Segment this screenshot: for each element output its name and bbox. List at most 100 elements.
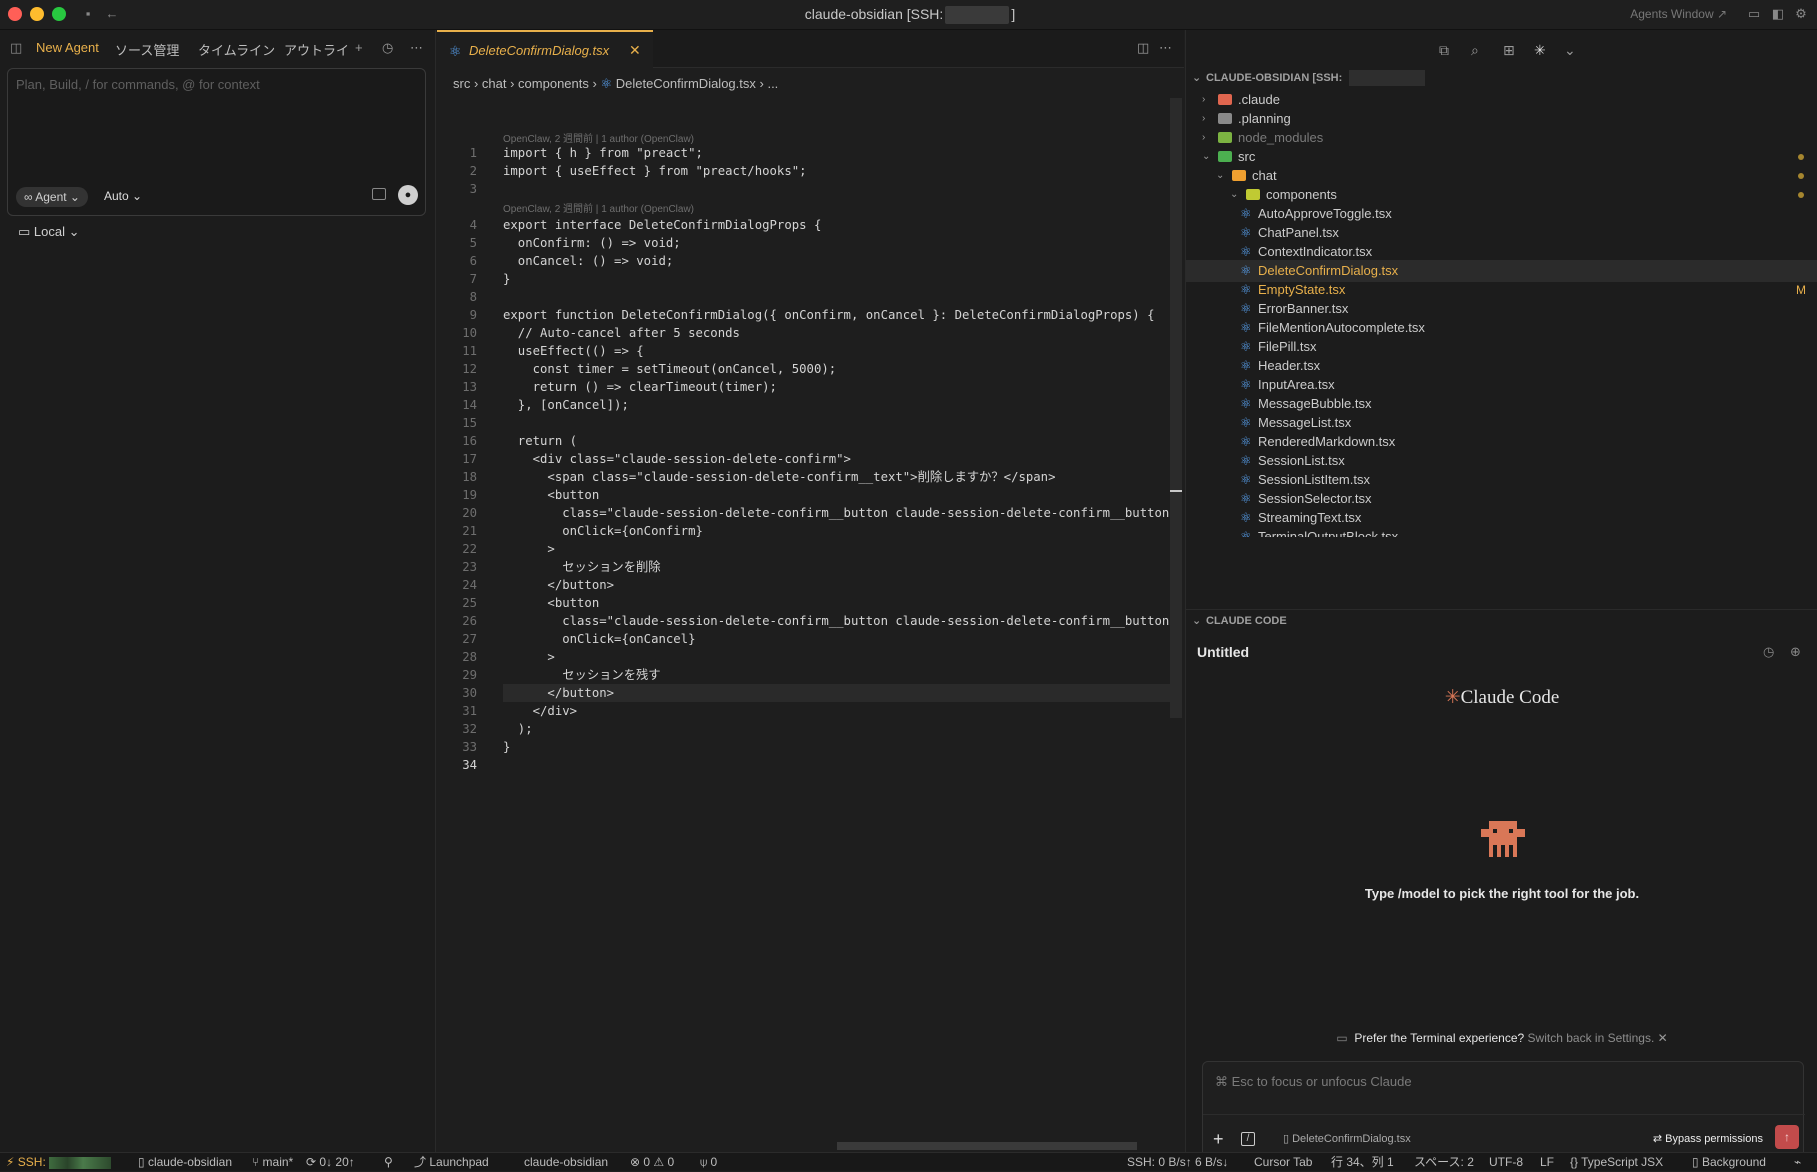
toggle-panel-icon[interactable]: ▭ [1746, 6, 1762, 22]
encoding[interactable]: UTF-8 [1489, 1153, 1523, 1172]
chevron-down-icon[interactable]: ⌄ [1564, 42, 1576, 59]
explorer-header[interactable]: ⌄ CLAUDE-OBSIDIAN [SSH: [1186, 67, 1817, 89]
horizontal-scrollbar[interactable] [837, 1142, 1137, 1150]
claude-icon[interactable]: ✳ [1534, 42, 1546, 59]
code-line[interactable]: 10 // Auto-cancel after 5 seconds [437, 324, 1184, 342]
model-select[interactable]: Auto ⌄ [104, 189, 142, 203]
code-line[interactable]: 18 <span class="claude-session-delete-co… [437, 468, 1184, 486]
extensions-icon[interactable]: ⊞ [1503, 42, 1515, 59]
code-line[interactable]: 24 </button> [437, 576, 1184, 594]
breadcrumb-chat[interactable]: chat [482, 76, 507, 91]
image-icon[interactable] [372, 188, 386, 200]
line-ending[interactable]: LF [1540, 1153, 1554, 1172]
workspace-item[interactable]: ▯ claude-obsidian [138, 1153, 232, 1172]
code-line[interactable]: 29 セッションを残す [437, 666, 1184, 684]
tab-outline[interactable]: アウトライ [284, 40, 349, 59]
new-session-icon[interactable]: ⊕ [1790, 644, 1801, 660]
minimize-window-button[interactable] [30, 7, 44, 21]
code-line[interactable]: 19 <button [437, 486, 1184, 504]
cursor-tab[interactable]: Cursor Tab [1254, 1153, 1312, 1172]
editor-more-icon[interactable]: ⋯ [1159, 40, 1172, 56]
code-line[interactable]: 6 onCancel: () => void; [437, 252, 1184, 270]
cursor-position[interactable]: 行 34、列 1 [1331, 1153, 1394, 1172]
notifications-icon[interactable]: ⌁ [1794, 1153, 1801, 1172]
breadcrumb-more[interactable]: ... [767, 76, 778, 91]
code-line[interactable]: 21 onClick={onConfirm} [437, 522, 1184, 540]
code-line[interactable]: 20 class="claude-session-delete-confirm_… [437, 504, 1199, 522]
breadcrumb-components[interactable]: components [518, 76, 589, 91]
location-select[interactable]: ▭ Local ⌄ [18, 224, 80, 240]
code-line[interactable]: 31 </div> [437, 702, 1184, 720]
attached-file[interactable]: ▯ DeleteConfirmDialog.tsx [1283, 1132, 1411, 1145]
code-line[interactable]: 1 import { h } from "preact"; [437, 144, 1184, 162]
code-line[interactable]: 22 > [437, 540, 1184, 558]
settings-gear-icon[interactable]: ⚙ [1793, 6, 1809, 22]
code-line[interactable]: 25 <button [437, 594, 1184, 612]
code-line[interactable]: 23 セッションを削除 [437, 558, 1184, 576]
branch-item[interactable]: ⑂ main* [252, 1153, 293, 1172]
more-icon[interactable]: ⋯ [410, 40, 423, 56]
code-line[interactable]: 26 class="claude-session-delete-confirm_… [437, 612, 1199, 630]
code-line[interactable]: 30 </button> [437, 684, 1184, 702]
code-line[interactable]: 4 export interface DeleteConfirmDialogPro… [437, 216, 1184, 234]
bypass-permissions-button[interactable]: ⇄ Bypass permissions [1653, 1132, 1763, 1145]
code-line[interactable]: 17 <div class="claude-session-delete-con… [437, 450, 1184, 468]
file-item[interactable]: ⚛ TerminalOutputBlock.tsx [1186, 526, 1817, 537]
problems-item[interactable]: ⊗ 0 ⚠ 0 [630, 1153, 674, 1172]
sidebar-toggle-icon[interactable]: ◫ [10, 40, 22, 56]
code-line[interactable]: 9 export function DeleteConfirmDialog({ o… [437, 306, 1184, 324]
background-item[interactable]: ▯ Background [1692, 1153, 1766, 1172]
code-line[interactable]: 13 return () => clearTimeout(timer); [437, 378, 1184, 396]
code-line[interactable]: 7} [437, 270, 1184, 288]
split-editor-icon[interactable]: ◫ [1137, 40, 1149, 56]
agent-mode-chip[interactable]: ∞ Agent ⌄ [16, 187, 88, 207]
vertical-scrollbar[interactable] [1170, 98, 1182, 718]
code-area[interactable]: OpenClaw, 2 週間前 | 1 author (OpenClaw) Op… [437, 98, 1199, 1098]
claude-code-header[interactable]: ⌄ CLAUDE CODE [1186, 609, 1817, 631]
code-line[interactable]: 32 ); [437, 720, 1184, 738]
code-line[interactable]: 28 > [437, 648, 1184, 666]
settings-link[interactable]: Switch back in Settings. [1528, 1031, 1655, 1045]
code-line[interactable]: 12 const timer = setTimeout(onCancel, 50… [437, 360, 1184, 378]
project-item[interactable]: claude-obsidian [524, 1153, 608, 1172]
close-icon[interactable]: ✕ [1658, 1031, 1668, 1045]
code-line[interactable]: 8 [437, 288, 1184, 306]
close-window-button[interactable] [8, 7, 22, 21]
code-line[interactable]: 27 onClick={onCancel} [437, 630, 1184, 648]
breadcrumb-file[interactable]: DeleteConfirmDialog.tsx [616, 76, 756, 91]
agents-window-link[interactable]: Agents Window ↗ [1630, 0, 1727, 30]
indentation[interactable]: スペース: 2 [1414, 1153, 1474, 1172]
copy-icon[interactable]: ⧉ [1439, 42, 1449, 59]
tab-new-agent[interactable]: New Agent [36, 40, 99, 55]
editor-tab-active[interactable]: ⚛ DeleteConfirmDialog.tsx ✕ [437, 30, 653, 68]
code-line[interactable]: 3 [437, 180, 1184, 198]
agent-prompt-input[interactable]: Plan, Build, / for commands, @ for conte… [7, 68, 426, 216]
code-line[interactable]: 2 import { useEffect } from "preact/hooks… [437, 162, 1184, 180]
toggle-sidebar-icon[interactable]: ◧ [1770, 6, 1786, 22]
add-icon[interactable]: + [355, 40, 363, 55]
remote-indicator[interactable]: ⚡ SSH: [6, 1153, 112, 1172]
history-icon[interactable]: ◷ [382, 40, 393, 56]
ports-item[interactable]: ⍦ 0 [700, 1153, 717, 1172]
chat-icon[interactable]: ▪ [80, 6, 96, 22]
code-line[interactable]: 14 }, [onCancel]); [437, 396, 1184, 414]
microphone-icon[interactable]: ● [398, 185, 418, 205]
launchpad-item[interactable]: ⤴ Launchpad [414, 1153, 489, 1172]
history-icon[interactable]: ◷ [1763, 644, 1774, 660]
code-line[interactable]: 11 useEffect(() => { [437, 342, 1184, 360]
slash-command-icon[interactable]: / [1241, 1132, 1255, 1146]
add-icon[interactable]: + [1213, 1129, 1224, 1150]
language-mode[interactable]: {} TypeScript JSX [1570, 1153, 1663, 1172]
tab-timeline[interactable]: タイムライン [198, 40, 275, 59]
code-line[interactable]: 15 [437, 414, 1184, 432]
code-line[interactable]: 16 return ( [437, 432, 1184, 450]
tab-source-control[interactable]: ソース管理 [115, 40, 179, 59]
breadcrumb-src[interactable]: src [453, 76, 470, 91]
code-line[interactable]: 5 onConfirm: () => void; [437, 234, 1184, 252]
send-button[interactable]: ↑ [1775, 1125, 1799, 1149]
zoom-window-button[interactable] [52, 7, 66, 21]
code-line[interactable]: 33} [437, 738, 1184, 756]
code-line[interactable]: 34 [437, 756, 1184, 774]
close-tab-icon[interactable]: ✕ [629, 42, 641, 59]
sync-item[interactable]: ⟳ 0↓ 20↑ [306, 1153, 355, 1172]
